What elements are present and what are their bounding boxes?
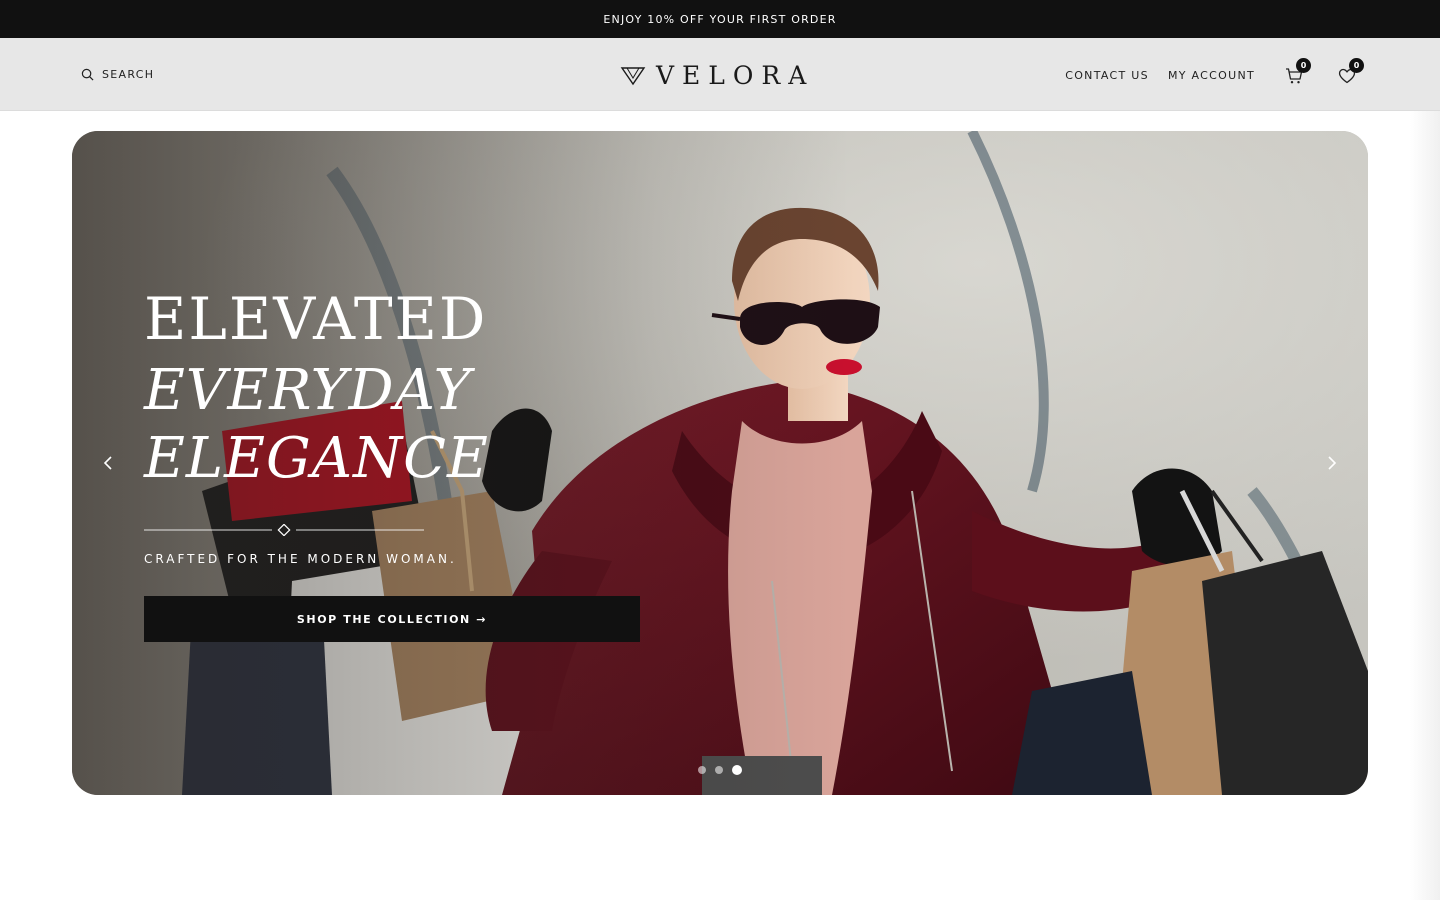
promo-text: ENJOY 10% OFF YOUR FIRST ORDER <box>603 12 837 26</box>
page-edge-shadow <box>1410 111 1440 900</box>
wishlist-count-badge: 0 <box>1349 58 1364 73</box>
header-actions: CONTACT US MY ACCOUNT 0 0 <box>1065 58 1364 90</box>
shop-collection-button[interactable]: SHOP THE COLLECTION → <box>144 596 640 642</box>
search-icon <box>81 68 94 80</box>
carousel-dot-3[interactable] <box>732 765 742 775</box>
hero-carousel: ELEVATED EVERYDAY ELEGANCE CRAFTED FOR T… <box>72 131 1368 795</box>
chevron-left-icon <box>103 456 112 470</box>
carousel-dots <box>698 765 742 775</box>
site-header: SEARCH VELORA CONTACT US MY ACCOUNT 0 0 <box>0 38 1440 111</box>
search-button[interactable]: SEARCH <box>81 65 154 83</box>
cart-count-badge: 0 <box>1296 58 1311 73</box>
contact-link[interactable]: CONTACT US <box>1065 69 1149 82</box>
logo-text: VELORA <box>656 60 815 90</box>
search-label: SEARCH <box>102 67 155 81</box>
headline-line-1: ELEVATED <box>144 285 488 353</box>
ornament-divider <box>144 524 424 536</box>
carousel-next-button[interactable] <box>1320 451 1344 475</box>
wishlist-button[interactable]: 0 <box>1338 58 1364 86</box>
logo-link[interactable]: VELORA <box>620 60 814 90</box>
velora-logo-icon <box>620 67 646 86</box>
hero-headline: ELEVATED EVERYDAY ELEGANCE <box>144 281 489 493</box>
chevron-right-icon <box>1328 456 1337 470</box>
carousel-prev-button[interactable] <box>96 451 120 475</box>
account-link[interactable]: MY ACCOUNT <box>1168 69 1255 82</box>
cart-button[interactable]: 0 <box>1285 58 1311 86</box>
carousel-dot-1[interactable] <box>698 766 706 774</box>
carousel-dot-2[interactable] <box>715 766 723 774</box>
hero-tagline: CRAFTED FOR THE MODERN WOMAN. <box>144 552 457 566</box>
promo-bar: ENJOY 10% OFF YOUR FIRST ORDER <box>0 0 1440 38</box>
headline-line-2: EVERYDAY <box>144 358 472 423</box>
headline-line-3: ELEGANCE <box>144 426 489 491</box>
